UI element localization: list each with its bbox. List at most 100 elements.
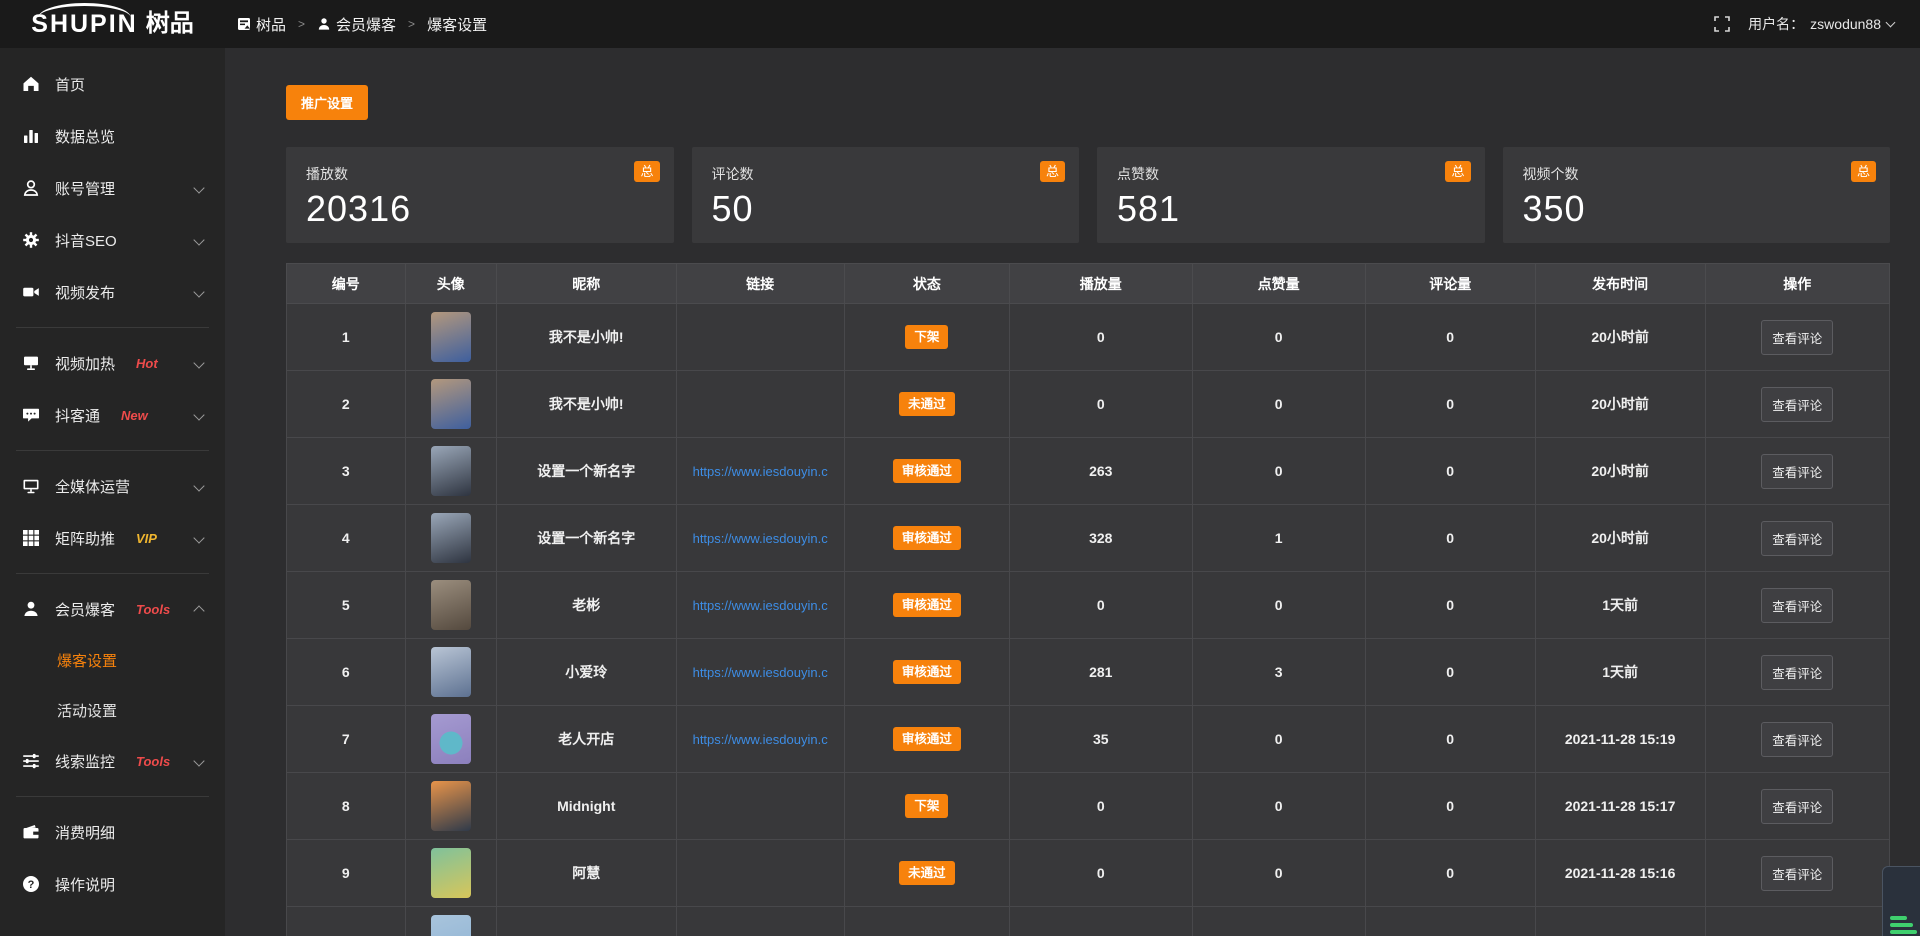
cell-likes: 1 bbox=[1192, 505, 1365, 572]
cell-avatar bbox=[405, 840, 496, 907]
cell-publish-time: 20小时前 bbox=[1535, 371, 1705, 438]
table-row: 5老彬https://www.iesdouyin.c审核通过0001天前查看评论 bbox=[287, 572, 1890, 639]
cell-likes: 0 bbox=[1192, 773, 1365, 840]
status-badge: 下架 bbox=[905, 325, 948, 350]
view-comments-button[interactable]: 查看评论 bbox=[1761, 789, 1833, 824]
username-prefix: 用户名： bbox=[1748, 14, 1804, 34]
view-comments-button[interactable]: 查看评论 bbox=[1761, 320, 1833, 355]
cell-avatar bbox=[405, 304, 496, 371]
sidebar-item-douyin-seo[interactable]: 抖音SEO bbox=[0, 214, 225, 266]
video-link[interactable]: https://www.iesdouyin.c bbox=[693, 732, 828, 747]
table-row bbox=[287, 907, 1890, 936]
breadcrumb-label: 会员爆客 bbox=[336, 14, 396, 35]
view-comments-button[interactable]: 查看评论 bbox=[1761, 588, 1833, 623]
chart-icon bbox=[22, 127, 40, 145]
table-row: 1我不是小帅!下架00020小时前查看评论 bbox=[287, 304, 1890, 371]
cell-comments bbox=[1365, 907, 1535, 936]
video-link[interactable]: https://www.iesdouyin.c bbox=[693, 531, 828, 546]
cell-link bbox=[676, 773, 844, 840]
sidebar-item-label: 视频加热 bbox=[55, 353, 115, 374]
cell-plays: 0 bbox=[1009, 371, 1192, 438]
view-comments-button[interactable]: 查看评论 bbox=[1761, 856, 1833, 891]
divider bbox=[16, 796, 209, 797]
cell-actions: 查看评论 bbox=[1705, 706, 1889, 773]
stat-card: 视频个数350总 bbox=[1503, 147, 1891, 243]
cell-comments: 0 bbox=[1365, 572, 1535, 639]
equalizer-bar bbox=[1890, 930, 1917, 934]
cell-id bbox=[287, 907, 406, 936]
sidebar-item-media-operation[interactable]: 全媒体运营 bbox=[0, 460, 225, 512]
view-comments-button[interactable]: 查看评论 bbox=[1761, 387, 1833, 422]
sidebar-item-video-publish[interactable]: 视频发布 bbox=[0, 266, 225, 318]
sidebar-item-operation-guide[interactable]: ?操作说明 bbox=[0, 858, 225, 910]
user-menu[interactable]: 用户名：zswodun88 bbox=[1748, 14, 1894, 34]
logo[interactable]: SHUPIN 树品 bbox=[0, 0, 225, 48]
chat-icon bbox=[22, 406, 40, 424]
sidebar-item-consume-detail[interactable]: 消费明细 bbox=[0, 806, 225, 858]
view-comments-button[interactable]: 查看评论 bbox=[1761, 521, 1833, 556]
stat-card-value: 350 bbox=[1523, 188, 1871, 230]
column-header: 链接 bbox=[676, 264, 844, 304]
column-header: 编号 bbox=[287, 264, 406, 304]
video-link[interactable]: https://www.iesdouyin.c bbox=[693, 665, 828, 680]
avatar bbox=[431, 446, 471, 496]
promo-settings-button[interactable]: 推广设置 bbox=[286, 85, 368, 120]
chevron-down-icon bbox=[193, 755, 204, 766]
cell-publish-time: 1天前 bbox=[1535, 639, 1705, 706]
cell-publish-time: 2021-11-28 15:16 bbox=[1535, 840, 1705, 907]
column-header: 操作 bbox=[1705, 264, 1889, 304]
sidebar-item-member-baoke[interactable]: 会员爆客Tools bbox=[0, 583, 225, 635]
cell-link bbox=[676, 371, 844, 438]
breadcrumb-item[interactable]: 树品 bbox=[237, 14, 286, 35]
cell-plays: 0 bbox=[1009, 572, 1192, 639]
chevron-up-icon bbox=[193, 605, 204, 616]
avatar bbox=[431, 647, 471, 697]
floating-widget[interactable] bbox=[1882, 866, 1920, 936]
baoke-table: 编号头像昵称链接状态播放量点赞量评论量发布时间操作 1我不是小帅!下架00020… bbox=[286, 263, 1890, 936]
stat-cards: 播放数20316总评论数50总点赞数581总视频个数350总 bbox=[286, 147, 1890, 243]
sidebar-item-doukertong[interactable]: 抖客通New bbox=[0, 389, 225, 441]
equalizer-bar bbox=[1890, 916, 1907, 920]
cell-plays: 263 bbox=[1009, 438, 1192, 505]
sidebar-item-account-management[interactable]: 账号管理 bbox=[0, 162, 225, 214]
cell-comments: 0 bbox=[1365, 773, 1535, 840]
sidebar-item-clue-monitor[interactable]: 线索监控Tools bbox=[0, 735, 225, 787]
sidebar-item-home[interactable]: 首页 bbox=[0, 58, 225, 110]
cell-nickname: 设置一个新名字 bbox=[496, 438, 676, 505]
status-badge: 审核通过 bbox=[893, 459, 961, 484]
breadcrumb-item[interactable]: 爆客设置 bbox=[427, 14, 487, 35]
column-header: 头像 bbox=[405, 264, 496, 304]
column-header: 点赞量 bbox=[1192, 264, 1365, 304]
cell-nickname: 老彬 bbox=[496, 572, 676, 639]
sidebar-subitem-baoke-settings[interactable]: 爆客设置 bbox=[0, 635, 225, 685]
cell-comments: 0 bbox=[1365, 304, 1535, 371]
sidebar-item-badge: VIP bbox=[136, 531, 157, 546]
breadcrumb-item[interactable]: 会员爆客 bbox=[317, 14, 396, 35]
cell-publish-time: 20小时前 bbox=[1535, 304, 1705, 371]
cell-avatar bbox=[405, 706, 496, 773]
view-comments-button[interactable]: 查看评论 bbox=[1761, 722, 1833, 757]
grid-icon bbox=[22, 529, 40, 547]
view-comments-button[interactable]: 查看评论 bbox=[1761, 655, 1833, 690]
cell-id: 8 bbox=[287, 773, 406, 840]
cell-comments: 0 bbox=[1365, 371, 1535, 438]
avatar bbox=[431, 915, 471, 936]
sidebar-item-matrix-boost[interactable]: 矩阵助推VIP bbox=[0, 512, 225, 564]
cell-id: 4 bbox=[287, 505, 406, 572]
fullscreen-icon[interactable] bbox=[1714, 16, 1730, 32]
view-comments-button[interactable]: 查看评论 bbox=[1761, 454, 1833, 489]
avatar bbox=[431, 714, 471, 764]
stat-card-label: 点赞数 bbox=[1117, 164, 1465, 184]
cell-avatar bbox=[405, 371, 496, 438]
breadcrumb-separator: > bbox=[408, 17, 415, 31]
sidebar-subitem-activity-settings[interactable]: 活动设置 bbox=[0, 685, 225, 735]
sidebar-item-video-heat[interactable]: 视频加热Hot bbox=[0, 337, 225, 389]
video-link[interactable]: https://www.iesdouyin.c bbox=[693, 598, 828, 613]
cell-publish-time: 20小时前 bbox=[1535, 438, 1705, 505]
sidebar-item-data-overview[interactable]: 数据总览 bbox=[0, 110, 225, 162]
cell-link: https://www.iesdouyin.c bbox=[676, 639, 844, 706]
gear-icon bbox=[22, 231, 40, 249]
divider bbox=[16, 327, 209, 328]
cell-nickname: Midnight bbox=[496, 773, 676, 840]
video-link[interactable]: https://www.iesdouyin.c bbox=[693, 464, 828, 479]
